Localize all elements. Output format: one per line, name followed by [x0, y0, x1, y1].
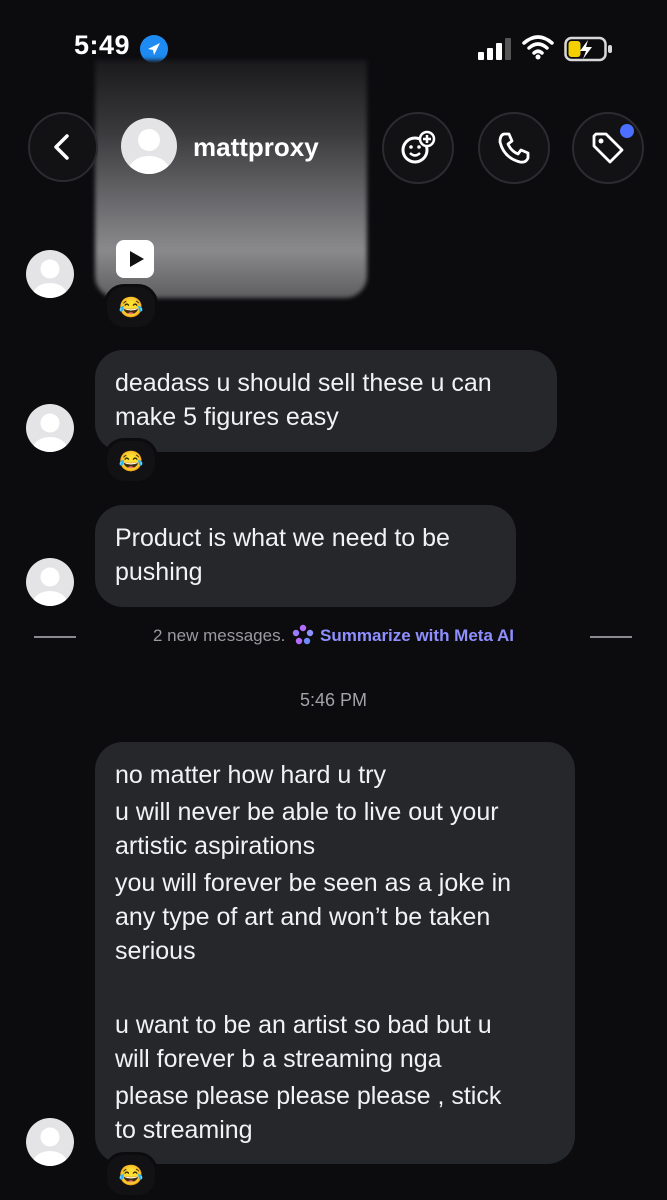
new-messages-divider: 2 new messages. Summarize with Meta AI: [0, 624, 667, 646]
message-bubble[interactable]: no matter how hard u try u will never be…: [95, 742, 575, 1164]
sender-avatar[interactable]: [26, 250, 74, 298]
message-line: serious: [115, 937, 196, 965]
face-plus-icon: [401, 130, 436, 164]
call-button[interactable]: [478, 112, 550, 184]
sender-avatar[interactable]: [26, 1118, 74, 1166]
message-line: pushing: [115, 558, 203, 586]
back-button[interactable]: [28, 112, 98, 182]
sender-avatar[interactable]: [26, 558, 74, 606]
wifi-icon: [522, 34, 554, 60]
message-line: make 5 figures easy: [115, 403, 339, 431]
cellular-signal-icon: [478, 38, 512, 60]
message-line: to streaming: [115, 1116, 253, 1144]
tag-button[interactable]: [572, 112, 644, 184]
message-bubble[interactable]: Product is what we need to be pushing: [95, 505, 516, 607]
notification-dot: [620, 124, 634, 138]
message-line: deadass u should sell these u can: [115, 369, 492, 397]
header-avatar[interactable]: [121, 118, 177, 174]
battery-charging-icon: [564, 36, 614, 62]
message-line: no matter how hard u try: [115, 761, 386, 789]
phone-icon: [498, 132, 530, 164]
video-play-icon[interactable]: [116, 240, 154, 278]
message-line: u want to be an artist so bad but u: [115, 1011, 492, 1039]
message-line: artistic aspirations: [115, 832, 316, 860]
timestamp: 5:46 PM: [299, 690, 368, 710]
reaction-badge[interactable]: 😂: [104, 1152, 158, 1198]
meta-ai-icon: [292, 624, 314, 645]
reaction-badge[interactable]: 😂: [104, 438, 158, 484]
location-icon: [140, 35, 168, 63]
message-line: any type of art and won’t be taken: [115, 903, 491, 931]
message-line: you will forever be seen as a joke in: [115, 869, 512, 897]
message-line: [115, 968, 555, 1008]
message-bubble[interactable]: deadass u should sell these u can make 5…: [95, 350, 557, 452]
message-line: will forever b a streaming nga: [115, 1045, 442, 1073]
chevron-left-icon: [54, 134, 69, 160]
summarize-link[interactable]: Summarize with Meta AI: [320, 626, 514, 645]
message-line: Product is what we need to be: [115, 524, 450, 552]
message-line: please please please please , stick: [115, 1082, 502, 1110]
new-messages-count: 2 new messages.: [153, 626, 286, 645]
effects-button[interactable]: [382, 112, 454, 184]
reaction-badge[interactable]: 😂: [104, 284, 158, 330]
contact-name[interactable]: mattproxy: [193, 132, 319, 163]
sender-avatar[interactable]: [26, 404, 74, 452]
status-time: 5:49: [74, 30, 131, 60]
message-line: u will never be able to live out your: [115, 798, 499, 826]
